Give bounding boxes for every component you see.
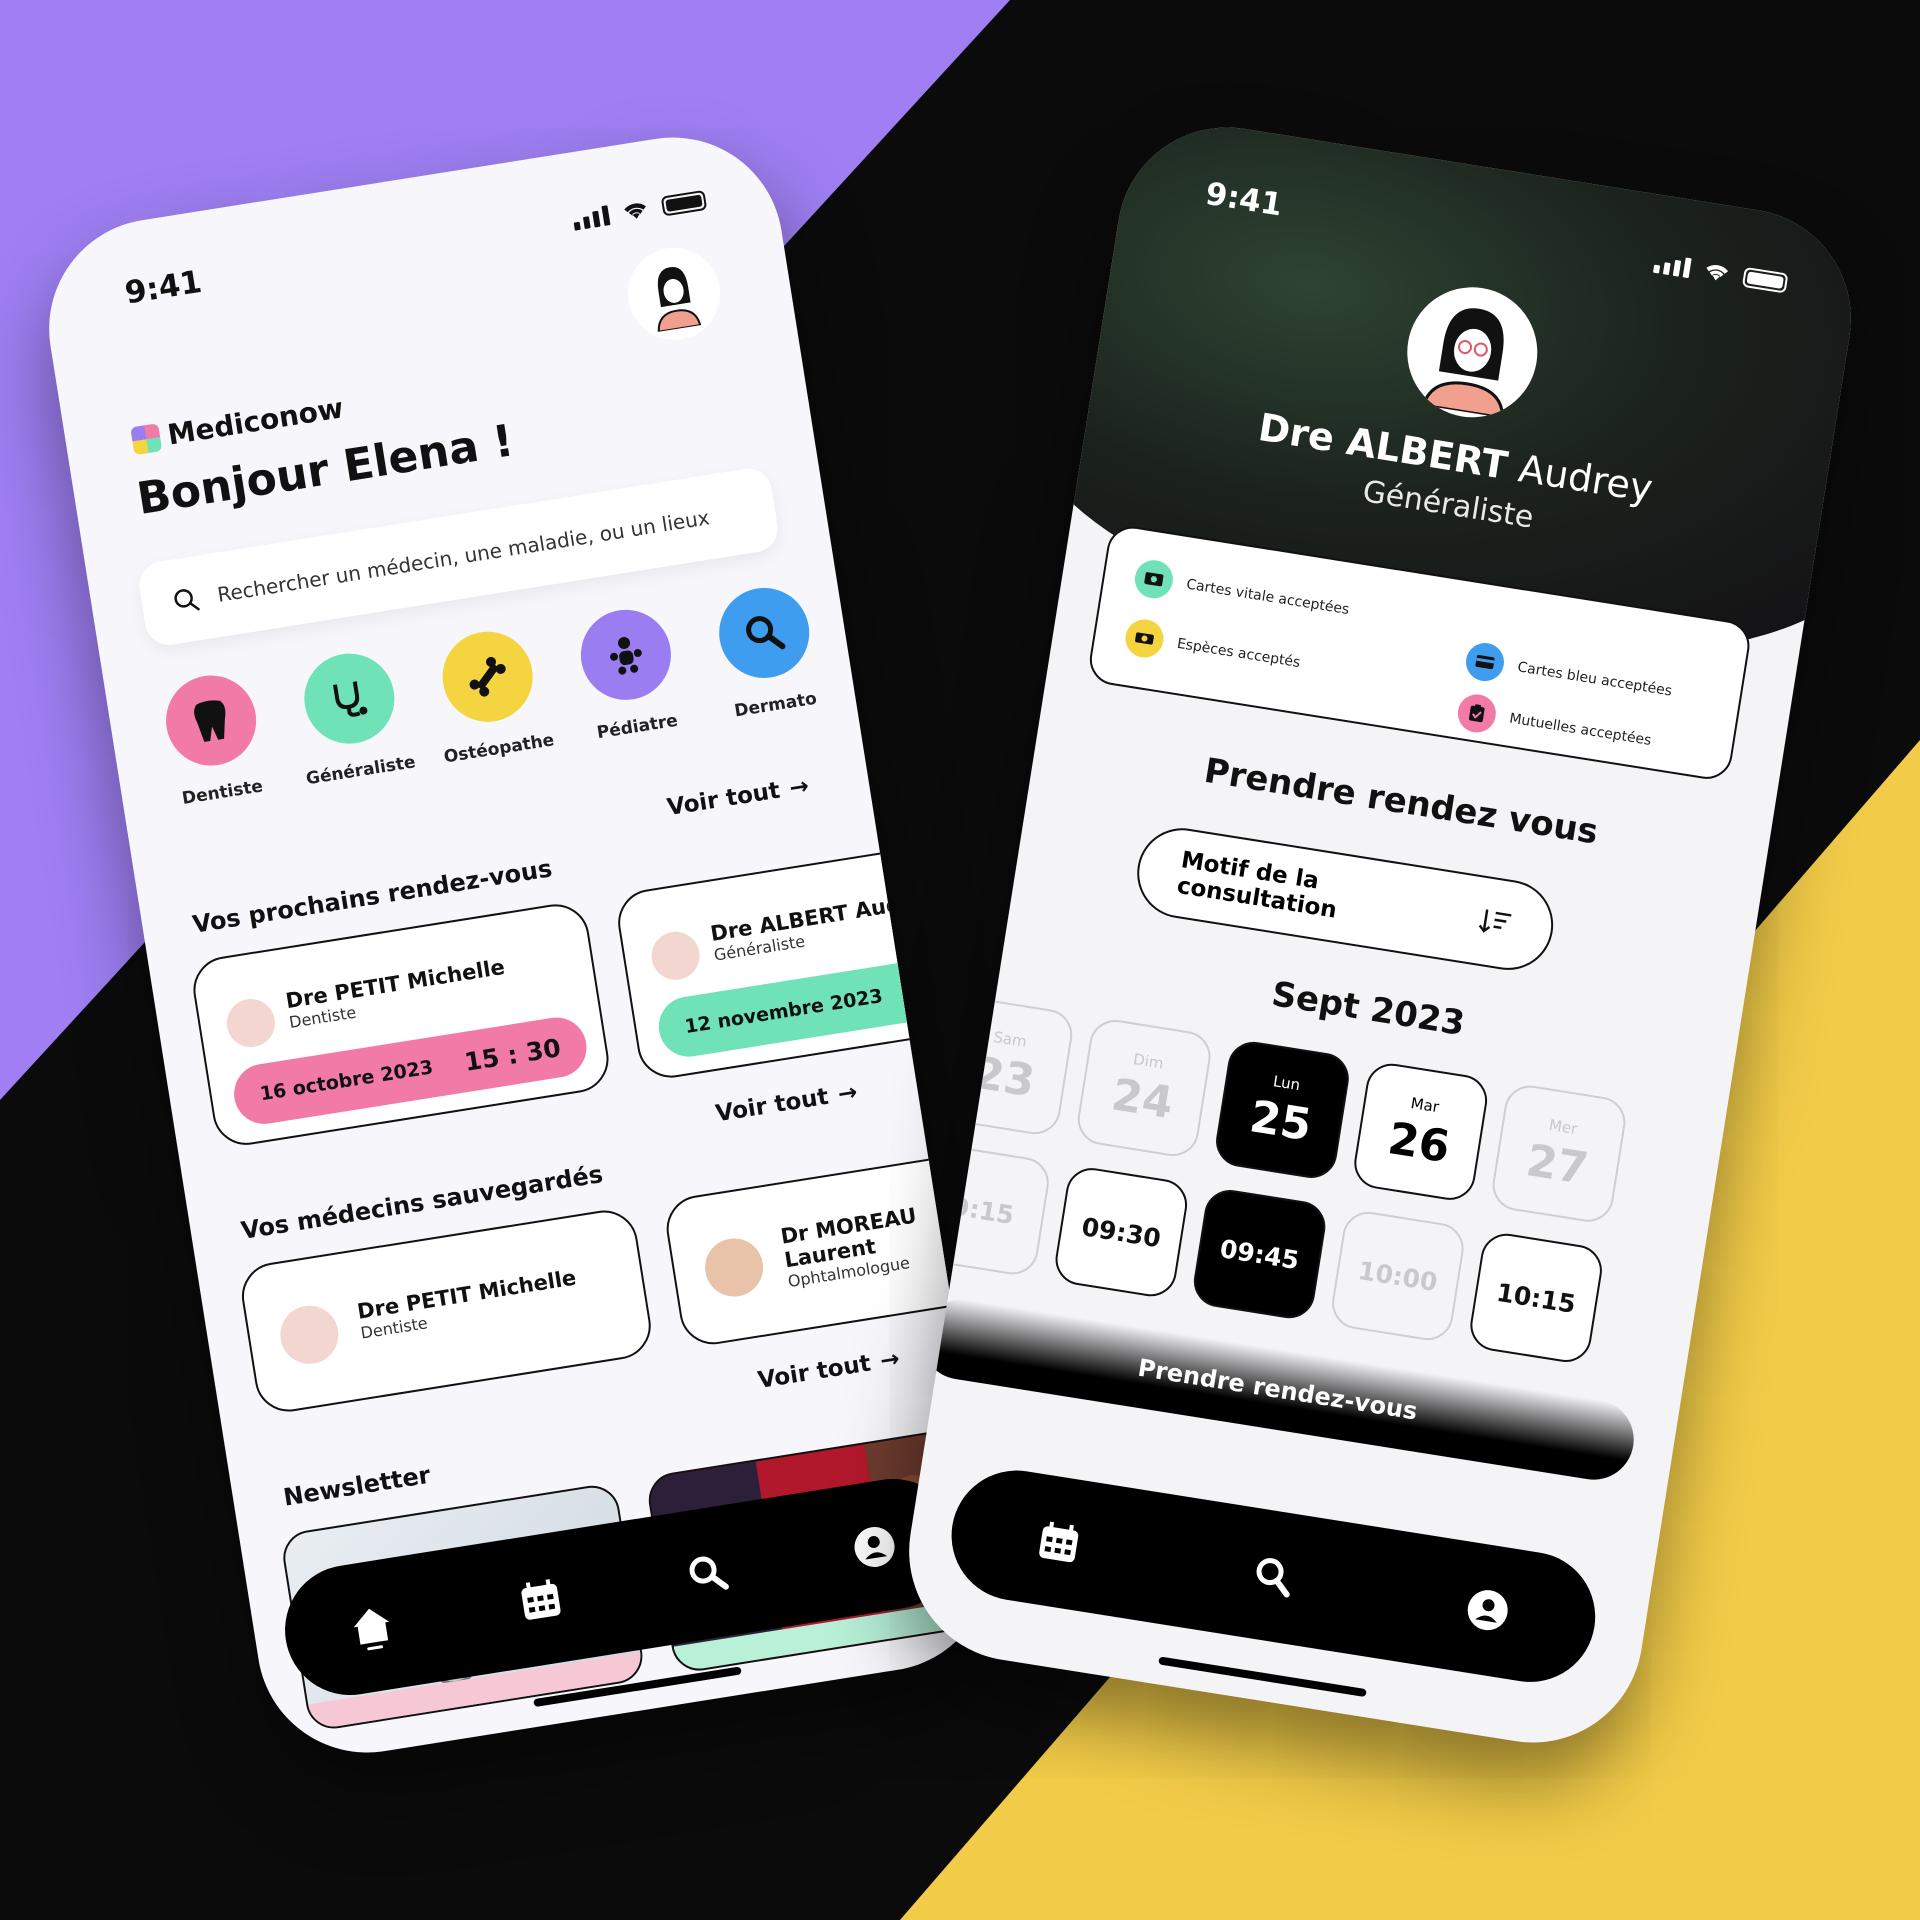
category-dentiste[interactable]: Dentiste [145, 667, 284, 812]
clipboard-icon [1455, 691, 1499, 736]
arrow-right-icon: → [836, 1079, 860, 1108]
doctor-avatar [223, 995, 279, 1051]
search-icon[interactable] [1248, 1551, 1298, 1601]
search-input[interactable]: Rechercher un médecin, une maladie, ou u… [216, 505, 711, 607]
bone-icon [436, 625, 540, 729]
voir-tout-label: Voir tout [756, 1350, 873, 1394]
battery-icon [660, 189, 708, 217]
consultation-reason-label: Motif de la consultation [1175, 847, 1339, 924]
doctor-avatar [700, 1234, 768, 1301]
battery-icon [1741, 266, 1789, 294]
payment-especes: Espèces acceptés [1122, 616, 1303, 682]
arrow-right-icon: → [787, 773, 811, 802]
status-time: 9:41 [122, 263, 205, 312]
voir-tout-label: Voir tout [665, 777, 782, 822]
wifi-icon [1706, 265, 1729, 281]
calendar-icon[interactable] [1034, 1517, 1084, 1567]
date-option[interactable]: Mar 26 [1350, 1060, 1491, 1204]
date-option[interactable]: Dim 24 [1074, 1016, 1215, 1160]
saved-doctor-card[interactable]: Dre PETIT Michelle Dentiste [237, 1205, 656, 1417]
payment-label: Mutuelles acceptées [1508, 710, 1653, 749]
phone-home-screen: 9:41 Mediconow Bonjour Elena ! Recherche… [33, 121, 1007, 1769]
brand-logo [130, 422, 163, 455]
stethoscope-icon [297, 647, 401, 751]
date-weekday: Sam [992, 1027, 1029, 1051]
signal-icon [571, 203, 611, 231]
category-label: Dentiste [180, 776, 265, 809]
time-slot[interactable]: 10:15 [1466, 1230, 1606, 1366]
medical-card-icon [1132, 557, 1176, 601]
user-avatar[interactable] [621, 241, 727, 347]
voir-tout-newsletter[interactable]: Voir tout → [756, 1346, 901, 1394]
cash-icon [1122, 616, 1167, 661]
search-icon [174, 589, 200, 611]
date-weekday: Lun [1271, 1071, 1302, 1094]
calendar-icon[interactable] [515, 1575, 565, 1625]
time-slot-selected[interactable]: 09:45 [1190, 1186, 1330, 1322]
category-label: Dermato [733, 688, 819, 722]
date-weekday: Mar [1409, 1093, 1441, 1116]
consultation-reason-select[interactable]: Motif de la consultation [1130, 821, 1560, 977]
voir-tout-saved[interactable]: Voir tout → [714, 1079, 859, 1127]
bottom-tab-bar [942, 1461, 1605, 1692]
credit-card-icon [1463, 640, 1507, 684]
profile-icon[interactable] [1462, 1585, 1512, 1635]
date-number: 26 [1384, 1112, 1454, 1173]
date-weekday: Dim [1132, 1049, 1165, 1073]
date-number: 25 [1246, 1090, 1315, 1151]
appointment-datetime-pill: 12 novembre 2023 [654, 954, 961, 1061]
baby-icon [574, 603, 678, 707]
signal-icon [1652, 251, 1692, 279]
category-dermato[interactable]: Dermato [698, 579, 837, 724]
appointment-card[interactable]: Dre ALBERT Audr Généraliste 12 novembre … [613, 843, 969, 1083]
home-icon[interactable] [344, 1599, 399, 1654]
category-generaliste[interactable]: Généraliste [283, 645, 422, 790]
date-option-selected[interactable]: Lun 25 [1212, 1038, 1353, 1182]
doctor-avatar [276, 1301, 343, 1368]
status-icons [571, 188, 708, 231]
appointment-card[interactable]: Dre PETIT Michelle Dentiste 16 octobre 2… [188, 899, 614, 1150]
status-time: 9:41 [1203, 175, 1285, 224]
date-number: 24 [1108, 1068, 1177, 1129]
category-label: Ostéopathe [442, 730, 556, 768]
category-osteopathe[interactable]: Ostéopathe [421, 623, 560, 768]
voir-tout-appointments[interactable]: Voir tout → [665, 773, 810, 821]
date-number: 23 [969, 1046, 1039, 1107]
woman-avatar-icon [657, 267, 702, 333]
magnifier-icon [712, 581, 816, 685]
sort-icon [1479, 909, 1512, 933]
appointment-date: 16 octobre 2023 [258, 1056, 435, 1106]
newsletter-title: Newsletter [281, 1460, 433, 1512]
date-option[interactable]: Mer 27 [1488, 1081, 1630, 1226]
category-label: Pédiatre [595, 710, 680, 744]
time-slot[interactable]: 10:00 [1328, 1208, 1468, 1344]
date-weekday: Mer [1547, 1115, 1579, 1138]
payment-vitale: Cartes vitale acceptées [1132, 557, 1352, 629]
voir-tout-label: Voir tout [713, 1083, 831, 1128]
category-pediatre[interactable]: Pédiatre [560, 601, 699, 746]
date-number: 27 [1523, 1134, 1592, 1195]
arrow-right-icon: → [878, 1345, 902, 1375]
tooth-icon [159, 669, 263, 773]
profile-icon[interactable] [849, 1522, 899, 1572]
appointment-date: 12 novembre 2023 [683, 985, 885, 1039]
doctor-avatar [648, 928, 704, 984]
payment-label: Cartes vitale acceptées [1185, 576, 1351, 619]
payment-label: Espèces acceptés [1175, 635, 1302, 672]
appointment-time: 15 : 30 [462, 1032, 563, 1077]
search-icon[interactable] [682, 1548, 732, 1598]
appointment-datetime-pill: 16 octobre 2023 15 : 30 [229, 1013, 591, 1129]
category-label: Généraliste [304, 752, 417, 790]
payment-label: Cartes bleu acceptées [1516, 659, 1674, 700]
brand-name: Mediconow [165, 391, 346, 452]
time-slot[interactable]: 09:30 [1051, 1164, 1191, 1301]
date-option[interactable]: Sam 23 [935, 994, 1076, 1138]
wifi-icon [624, 203, 646, 219]
status-icons [1652, 251, 1789, 294]
